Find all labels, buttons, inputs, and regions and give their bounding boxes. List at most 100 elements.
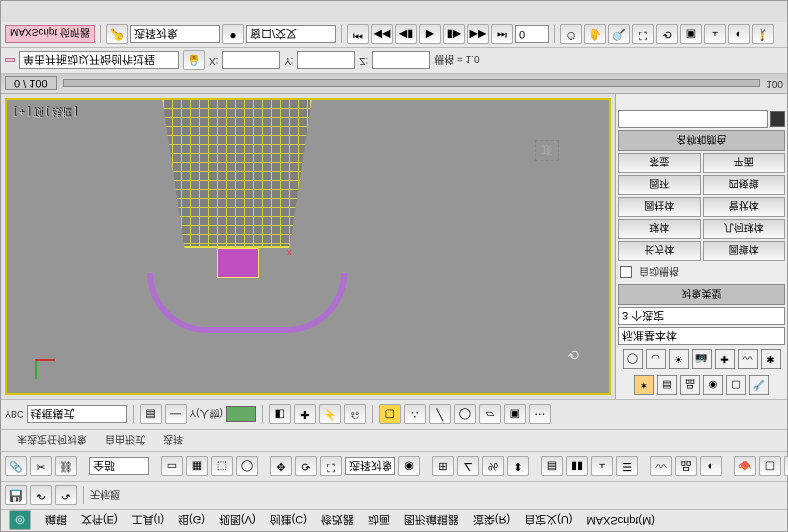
utility-tab-icon[interactable]: 🔧	[749, 375, 769, 395]
pivot-icon[interactable]: ◉	[398, 457, 420, 477]
mirror-icon[interactable]: ▮▮	[566, 457, 588, 477]
viewport-label[interactable]: [ + ] 顶 [ 线框 ]	[13, 106, 77, 121]
element-icon[interactable]: ▣	[504, 405, 526, 425]
curve-editor-icon[interactable]: 〰	[650, 457, 672, 477]
menu-tools[interactable]: 工具(I)	[132, 513, 164, 529]
menu-animation[interactable]: 动画	[368, 513, 390, 529]
poly-icon[interactable]: ▤	[140, 405, 162, 425]
menu-view[interactable]: 视图(V)	[219, 513, 256, 529]
edit-icon[interactable]: —	[165, 405, 187, 425]
zoom-icon[interactable]: 🔍	[608, 25, 630, 45]
menu-render[interactable]: 渲染(R)	[473, 513, 510, 529]
box-button[interactable]: 长方体	[618, 241, 701, 261]
selection-filter-dropdown[interactable]	[89, 458, 149, 476]
zoom-all-icon[interactable]: ⛶	[632, 25, 654, 45]
render-frame-icon[interactable]: ▢	[759, 457, 781, 477]
display-tab-icon[interactable]: ▢	[726, 375, 746, 395]
object-name-input[interactable]	[618, 110, 768, 128]
menu-modifiers[interactable]: 修改器	[321, 513, 354, 529]
modify-tab-icon[interactable]: ▤	[657, 375, 677, 395]
select-name-icon[interactable]: ▦	[186, 457, 208, 477]
snap-icon[interactable]: ⊞	[432, 457, 454, 477]
tube-button[interactable]: 管状体	[703, 197, 786, 217]
menu-custom[interactable]: 自定义(U)	[524, 513, 572, 529]
edge-icon[interactable]: ╱	[429, 405, 451, 425]
save-icon[interactable]: 💾	[5, 486, 27, 506]
object-color-swatch[interactable]	[770, 111, 785, 127]
menu-group[interactable]: 组(G)	[178, 513, 205, 529]
rect-select-icon[interactable]: ⬚	[211, 457, 233, 477]
time-config-icon[interactable]: ⏱	[560, 25, 582, 45]
tool-c-icon[interactable]: ⚡	[319, 405, 341, 425]
goto-start-icon[interactable]: ⏮	[347, 25, 369, 45]
scale-icon[interactable]: ⛶	[320, 457, 342, 477]
layer-icon[interactable]: ☰	[616, 457, 638, 477]
named-sel-icon[interactable]: ▤	[541, 457, 563, 477]
geosphere-button[interactable]: 几何球体	[703, 219, 786, 239]
maximize-icon[interactable]: ▣	[680, 25, 702, 45]
helpers-icon[interactable]: ✚	[715, 349, 735, 369]
percent-snap-icon[interactable]: %	[482, 457, 504, 477]
frame-indicator[interactable]: 0 / 100	[5, 77, 57, 91]
listener-label[interactable]: MAXScript 侦听器	[5, 26, 95, 44]
cone-button[interactable]: 圆锥体	[703, 241, 786, 261]
hierarchy-tab-icon[interactable]: 品	[680, 375, 700, 395]
sel-mode-icon[interactable]: ▢	[379, 405, 401, 425]
menu-graph[interactable]: 图形编辑器	[404, 513, 459, 529]
tab-tools[interactable]: 未选定任何对象	[17, 433, 87, 448]
menu-file[interactable]: 文件(E)	[81, 513, 118, 529]
menu-maxscript[interactable]: MAXScript(M)	[586, 515, 654, 527]
prev-frame-icon[interactable]: ◀◀	[371, 25, 393, 45]
cylinder-button[interactable]: 圆柱体	[618, 197, 701, 217]
z-input[interactable]	[372, 52, 430, 70]
rollout-object-type[interactable]: 对象类型	[618, 284, 785, 305]
listener-mini[interactable]	[5, 59, 15, 63]
schematic-icon[interactable]: 品	[675, 457, 697, 477]
color-swatch[interactable]	[226, 407, 256, 423]
space-warps-icon[interactable]: 〰	[738, 349, 758, 369]
align-icon[interactable]: ⫠	[591, 457, 613, 477]
fov-icon[interactable]: ⫠	[704, 25, 726, 45]
selected-count-dropdown[interactable]	[618, 307, 785, 325]
x-input[interactable]	[222, 52, 280, 70]
menu-edit[interactable]: 编辑	[45, 513, 67, 529]
menu-bar[interactable]: ◎ 编辑 文件(E) 工具(I) 组(G) 视图(V) 创建(C) 修改器 动画…	[1, 509, 787, 531]
shapes-icon[interactable]: ◡	[646, 349, 666, 369]
current-frame-input[interactable]	[515, 26, 549, 44]
rollout-name-color[interactable]: 名称和颜色	[618, 130, 785, 151]
sphere-button[interactable]: 球体	[618, 219, 701, 239]
play-icon[interactable]: ▶	[419, 25, 441, 45]
viewcube-icon[interactable]: ⟲	[567, 346, 579, 363]
create-tab-icon[interactable]: ✶	[634, 375, 654, 395]
poly2-icon[interactable]: ▱	[479, 405, 501, 425]
lock-icon[interactable]: 🔒	[183, 51, 205, 71]
set-key-icon[interactable]: ⏺	[222, 25, 244, 45]
next-key-icon[interactable]: ▮▶	[443, 25, 465, 45]
goto-end-icon[interactable]: ⏭	[491, 25, 513, 45]
y-input[interactable]	[297, 52, 355, 70]
teapot-button[interactable]: 茶壶	[618, 153, 701, 173]
link-icon[interactable]: 🔗	[5, 457, 27, 477]
orbit-icon[interactable]: ⟲	[656, 25, 678, 45]
cameras-icon[interactable]: 📷	[692, 349, 712, 369]
magnet-icon[interactable]: 🧲	[784, 457, 788, 477]
tool-d-icon[interactable]: ⎌	[344, 405, 366, 425]
systems-icon[interactable]: ✱	[761, 349, 781, 369]
key-filter-dropdown[interactable]	[130, 26, 220, 44]
ref-coord-dropdown[interactable]	[345, 458, 395, 476]
walk-icon[interactable]: 🚶	[752, 25, 774, 45]
geometry-icon[interactable]: ◯	[623, 349, 643, 369]
render-setup-icon[interactable]: 🫖	[734, 457, 756, 477]
motion-tab-icon[interactable]: ◉	[703, 375, 723, 395]
prev-key-icon[interactable]: ◀▮	[395, 25, 417, 45]
rotate-icon[interactable]: ⟳	[295, 457, 317, 477]
tool-b-icon[interactable]: ✚	[294, 405, 316, 425]
model-body[interactable]	[162, 98, 312, 248]
move-icon[interactable]: ✥	[270, 457, 292, 477]
prompt-field[interactable]	[19, 52, 179, 70]
key-toggle-icon[interactable]: 🔑	[106, 25, 128, 45]
lights-icon[interactable]: ☀	[669, 349, 689, 369]
angle-snap-icon[interactable]: ∠	[457, 457, 479, 477]
vertex-icon[interactable]: ∴	[404, 405, 426, 425]
border-icon[interactable]: ◯	[454, 405, 476, 425]
